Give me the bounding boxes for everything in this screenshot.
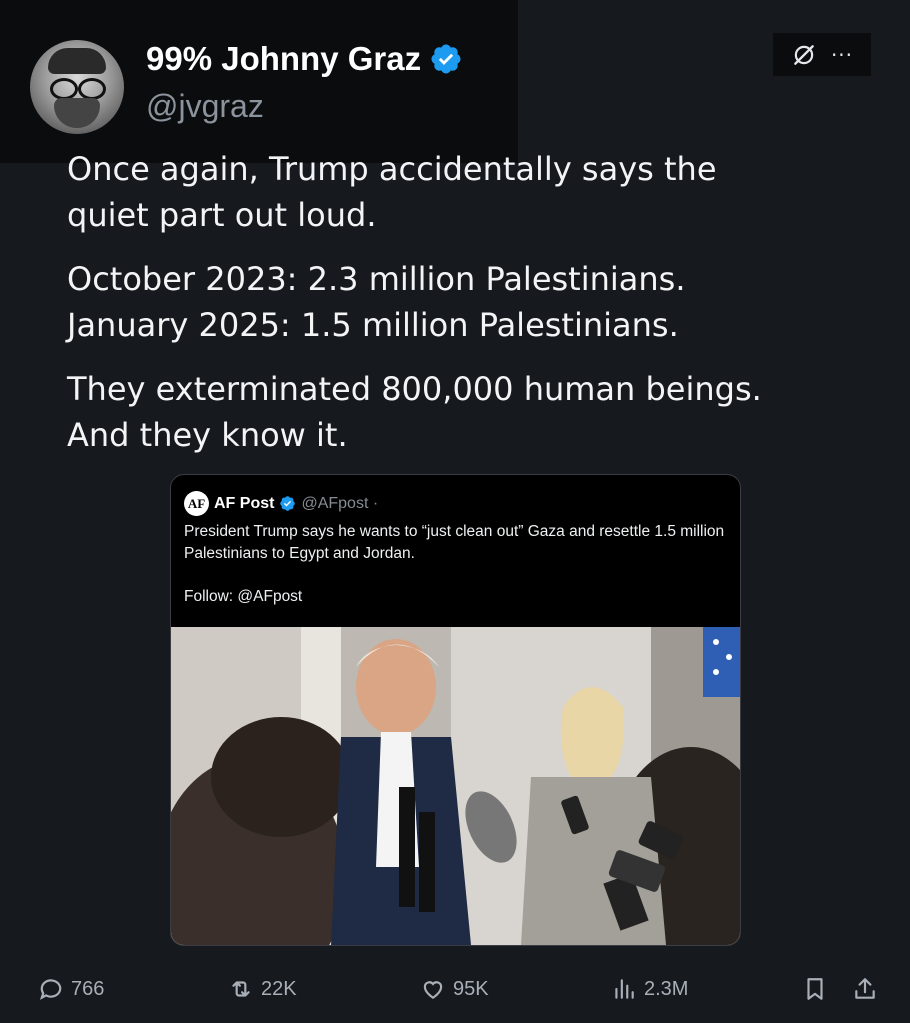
tweet-page: 99% Johnny Graz @jvgraz ··· Once again, … — [0, 0, 910, 1023]
tweet-text: Once again, Trump accidentally says the … — [67, 146, 877, 476]
tweet-paragraph: Once again, Trump accidentally says the … — [67, 150, 717, 234]
quote-text: President Trump says he wants to “just c… — [184, 523, 725, 562]
avatar-glasses-right — [78, 78, 106, 100]
author-name-text: 99% Johnny Graz — [146, 40, 422, 77]
share-icon — [855, 978, 875, 999]
author-handle[interactable]: @jvgraz — [146, 88, 264, 125]
verified-badge-icon — [280, 496, 296, 511]
tweet-paragraph: They exterminated 800,000 human beings. … — [67, 370, 762, 454]
quote-follow-text: Follow: @AFpost — [184, 588, 303, 605]
quoted-tweet-card[interactable]: AF AF Post @AFpost · President Trump say… — [170, 474, 741, 946]
views-chart-icon — [615, 979, 634, 999]
reply-button[interactable]: 766 — [38, 967, 104, 1011]
avatar-hair — [48, 48, 106, 74]
tweet-paragraph: October 2023: 2.3 million Palestinians. … — [67, 260, 686, 344]
views-button[interactable]: 2.3M — [611, 967, 688, 1011]
repost-count: 22K — [261, 977, 297, 1000]
press-scrum-photo — [171, 627, 740, 945]
quote-photo[interactable] — [171, 627, 740, 945]
like-count: 95K — [453, 977, 489, 1000]
views-count: 2.3M — [644, 977, 689, 1000]
quote-author-name[interactable]: AF Post — [214, 495, 274, 513]
quote-avatar[interactable]: AF — [184, 491, 209, 516]
grok-icon[interactable] — [791, 42, 817, 68]
bookmark-button[interactable] — [802, 967, 828, 1011]
repost-icon — [232, 981, 250, 997]
top-actions: ··· — [773, 33, 871, 76]
verified-badge-icon — [431, 44, 461, 74]
avatar-beard — [54, 98, 100, 128]
quote-header: AF AF Post @AFpost · — [184, 491, 378, 516]
reply-icon — [39, 979, 62, 1000]
avatar-glasses-left — [50, 78, 78, 100]
more-options-icon[interactable]: ··· — [831, 45, 853, 65]
share-button[interactable] — [852, 967, 878, 1011]
heart-icon — [423, 981, 443, 999]
author-display-name[interactable]: 99% Johnny Graz — [146, 40, 463, 78]
tweet-action-bar: 766 22K 95K 2.3M — [0, 967, 910, 1011]
reply-count: 766 — [71, 977, 105, 1000]
repost-button[interactable]: 22K — [228, 967, 297, 1011]
quote-author-handle[interactable]: @AFpost · — [301, 495, 378, 513]
avatar[interactable] — [30, 40, 124, 134]
like-button[interactable]: 95K — [420, 967, 489, 1011]
bookmark-icon — [807, 978, 823, 1000]
